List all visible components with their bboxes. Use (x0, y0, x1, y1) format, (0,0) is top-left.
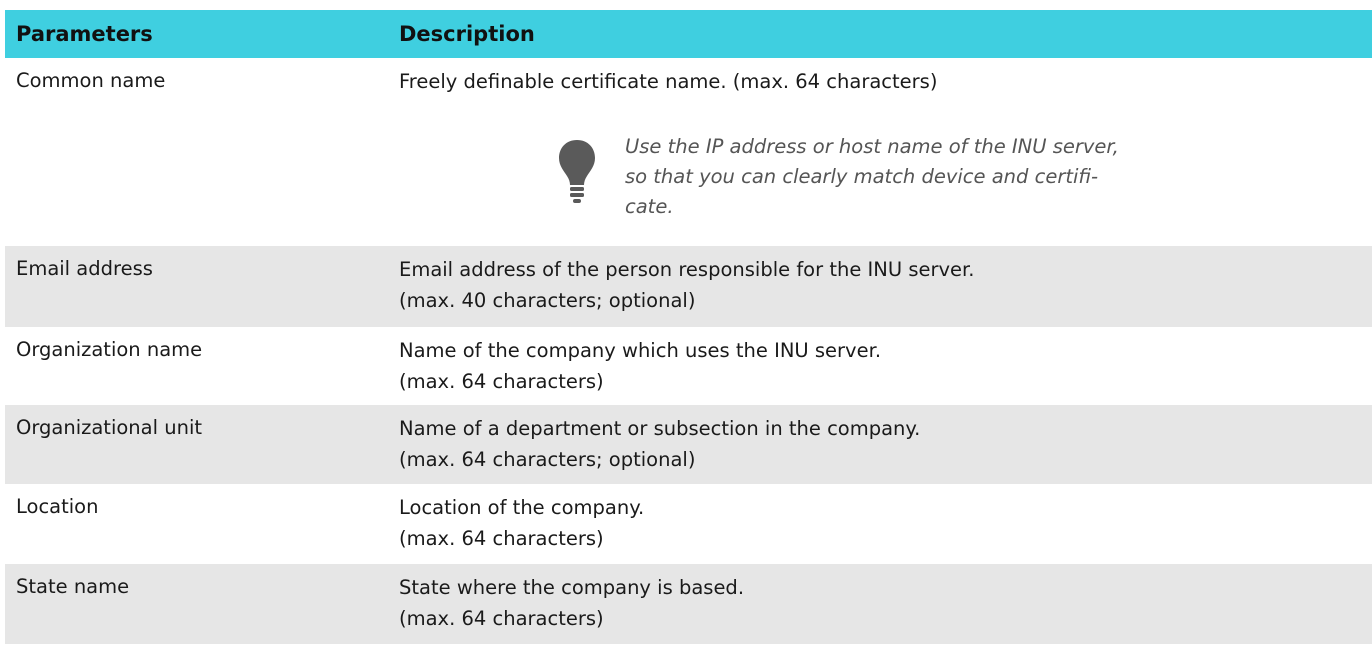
description-line: (max. 40 characters; optional) (399, 289, 696, 312)
header-description: Description (399, 22, 535, 46)
parameter-cell: Organization name (16, 338, 203, 361)
table-row: Email address Email address of the perso… (5, 246, 1372, 327)
header-parameters: Parameters (16, 22, 153, 46)
description-line: (max. 64 characters; optional) (399, 448, 696, 471)
description-line: Freely definable certificate name. (max.… (399, 70, 938, 93)
parameter-cell: Common name (16, 69, 166, 92)
description-line: (max. 64 characters) (399, 527, 604, 550)
description-line: (max. 64 characters) (399, 607, 604, 630)
parameter-cell: Location (16, 495, 99, 518)
parameters-table: Parameters Description Common name Freel… (5, 10, 1372, 644)
table-row: Location Location of the company. (max. … (5, 484, 1372, 564)
description-line: Location of the company. (399, 496, 645, 519)
description-cell: Name of a department or subsection in th… (399, 413, 920, 475)
table-row: Organizational unit Name of a department… (5, 405, 1372, 484)
tip-line: cate. (625, 195, 674, 218)
table-row: Common name Freely definable certificate… (5, 58, 1372, 246)
tip-line: so that you can clearly match device and… (625, 165, 1099, 188)
description-cell: Location of the company. (max. 64 charac… (399, 492, 644, 554)
tip-text: Use the IP address or host name of the I… (625, 132, 1119, 222)
description-line: Email address of the person responsible … (399, 258, 975, 281)
description-cell: State where the company is based. (max. … (399, 572, 744, 634)
description-line: Name of a department or subsection in th… (399, 417, 921, 440)
description-line: State where the company is based. (399, 576, 745, 599)
table-header-row: Parameters Description (5, 10, 1372, 58)
parameter-cell: Organizational unit (16, 416, 203, 439)
description-line: Name of the company which uses the INU s… (399, 339, 882, 362)
tip-line: Use the IP address or host name of the I… (625, 135, 1119, 158)
table-row: Organization name Name of the company wh… (5, 327, 1372, 405)
table-row: State name State where the company is ba… (5, 564, 1372, 644)
parameter-cell: Email address (16, 257, 153, 280)
description-cell: Email address of the person responsible … (399, 254, 974, 316)
lightbulb-icon (559, 140, 595, 203)
description-cell: Freely definable certificate name. (max.… (399, 66, 937, 97)
description-cell: Name of the company which uses the INU s… (399, 335, 881, 397)
parameter-cell: State name (16, 575, 130, 598)
description-line: (max. 64 characters) (399, 370, 604, 393)
